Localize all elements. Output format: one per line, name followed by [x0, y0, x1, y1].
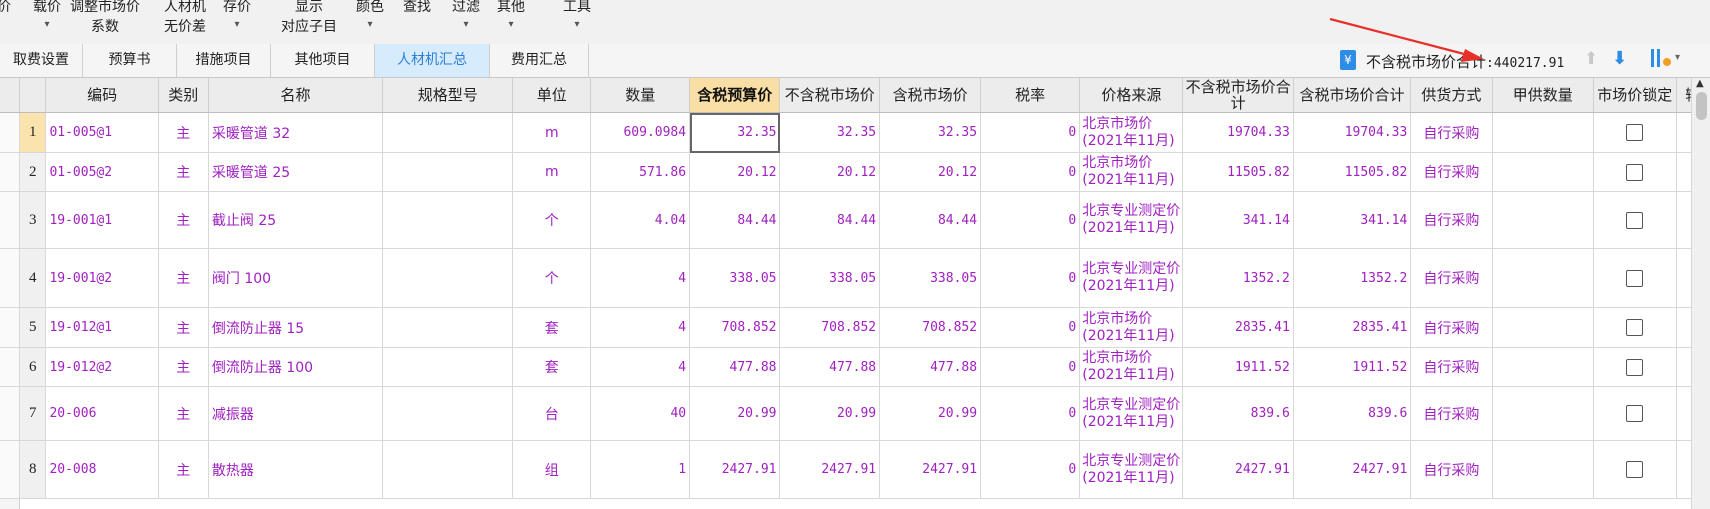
annotation-arrow-icon	[1329, 17, 1484, 62]
